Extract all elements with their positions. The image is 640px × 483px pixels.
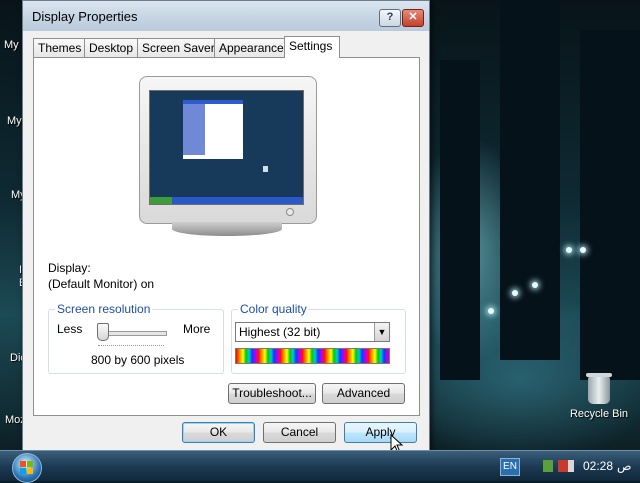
display-label: Display:	[48, 261, 91, 275]
volume-icon[interactable]	[568, 460, 574, 472]
resolution-value: 800 by 600 pixels	[91, 353, 185, 367]
recycle-bin-icon	[586, 373, 612, 404]
screen-resolution-title: Screen resolution	[55, 302, 153, 316]
street-light	[512, 290, 518, 296]
wallpaper-building	[580, 30, 640, 380]
less-label: Less	[57, 322, 83, 336]
street-light	[532, 282, 538, 288]
tab-themes[interactable]: Themes	[33, 38, 85, 57]
troubleshoot-button[interactable]: Troubleshoot...	[228, 383, 316, 404]
dropdown-arrow-icon[interactable]: ▼	[374, 323, 389, 341]
monitor-preview	[139, 76, 317, 224]
street-light	[566, 247, 572, 253]
start-button[interactable]	[12, 453, 42, 483]
color-spectrum-bar	[235, 348, 390, 364]
wallpaper-building	[500, 0, 560, 360]
monitor-stand	[172, 222, 282, 236]
cancel-button[interactable]: Cancel	[263, 422, 336, 443]
recycle-bin[interactable]: Recycle Bin	[568, 373, 630, 420]
power-led-icon	[286, 208, 294, 216]
settings-panel: Display: (Default Monitor) on Screen res…	[33, 57, 420, 416]
screen-resolution-group: Screen resolution Less More 800 by 600 p…	[48, 302, 224, 374]
clock-am-pm: ص	[617, 459, 632, 473]
close-button[interactable]: ✕	[402, 9, 424, 27]
apply-button[interactable]: Apply	[344, 422, 417, 443]
color-quality-group: Color quality Highest (32 bit) ▼	[231, 302, 406, 374]
language-indicator[interactable]: EN	[500, 458, 520, 476]
wallpaper-building	[440, 60, 480, 380]
more-label: More	[183, 322, 211, 336]
preview-window	[183, 100, 243, 159]
help-button[interactable]: ?	[379, 9, 401, 27]
resolution-slider-thumb[interactable]	[97, 323, 109, 341]
network-icon[interactable]	[543, 460, 553, 472]
recycle-bin-label: Recycle Bin	[569, 408, 629, 420]
color-quality-title: Color quality	[238, 302, 309, 316]
street-light	[580, 247, 586, 253]
display-value: (Default Monitor) on	[48, 277, 155, 291]
desktop-icon-label[interactable]: My	[4, 39, 19, 51]
street-light	[488, 308, 494, 314]
window-title: Display Properties	[32, 9, 138, 24]
clock[interactable]: 02:28	[583, 459, 613, 473]
tab-desktop[interactable]: Desktop	[84, 38, 138, 57]
monitor-screen	[149, 90, 304, 205]
slider-ticks	[98, 345, 164, 349]
display-properties-dialog: Display Properties ? ✕ Themes Desktop Sc…	[22, 0, 430, 452]
color-quality-select[interactable]: Highest (32 bit) ▼	[235, 322, 390, 342]
color-quality-value: Highest (32 bit)	[239, 325, 321, 339]
taskbar: EN 02:28 ص	[0, 450, 640, 483]
tab-settings[interactable]: Settings	[284, 36, 340, 58]
ok-button[interactable]: OK	[182, 422, 255, 443]
desktop-icon-label[interactable]: My	[7, 115, 22, 127]
preview-taskbar	[150, 197, 303, 204]
tab-appearance[interactable]: Appearance	[214, 38, 290, 57]
tab-screen-saver[interactable]: Screen Saver	[137, 38, 215, 57]
windows-logo-icon	[20, 461, 34, 475]
advanced-button[interactable]: Advanced	[322, 383, 405, 404]
tray-app-icon[interactable]	[558, 460, 568, 472]
preview-recycle-icon	[263, 166, 268, 172]
title-bar[interactable]: Display Properties ? ✕	[23, 1, 429, 31]
